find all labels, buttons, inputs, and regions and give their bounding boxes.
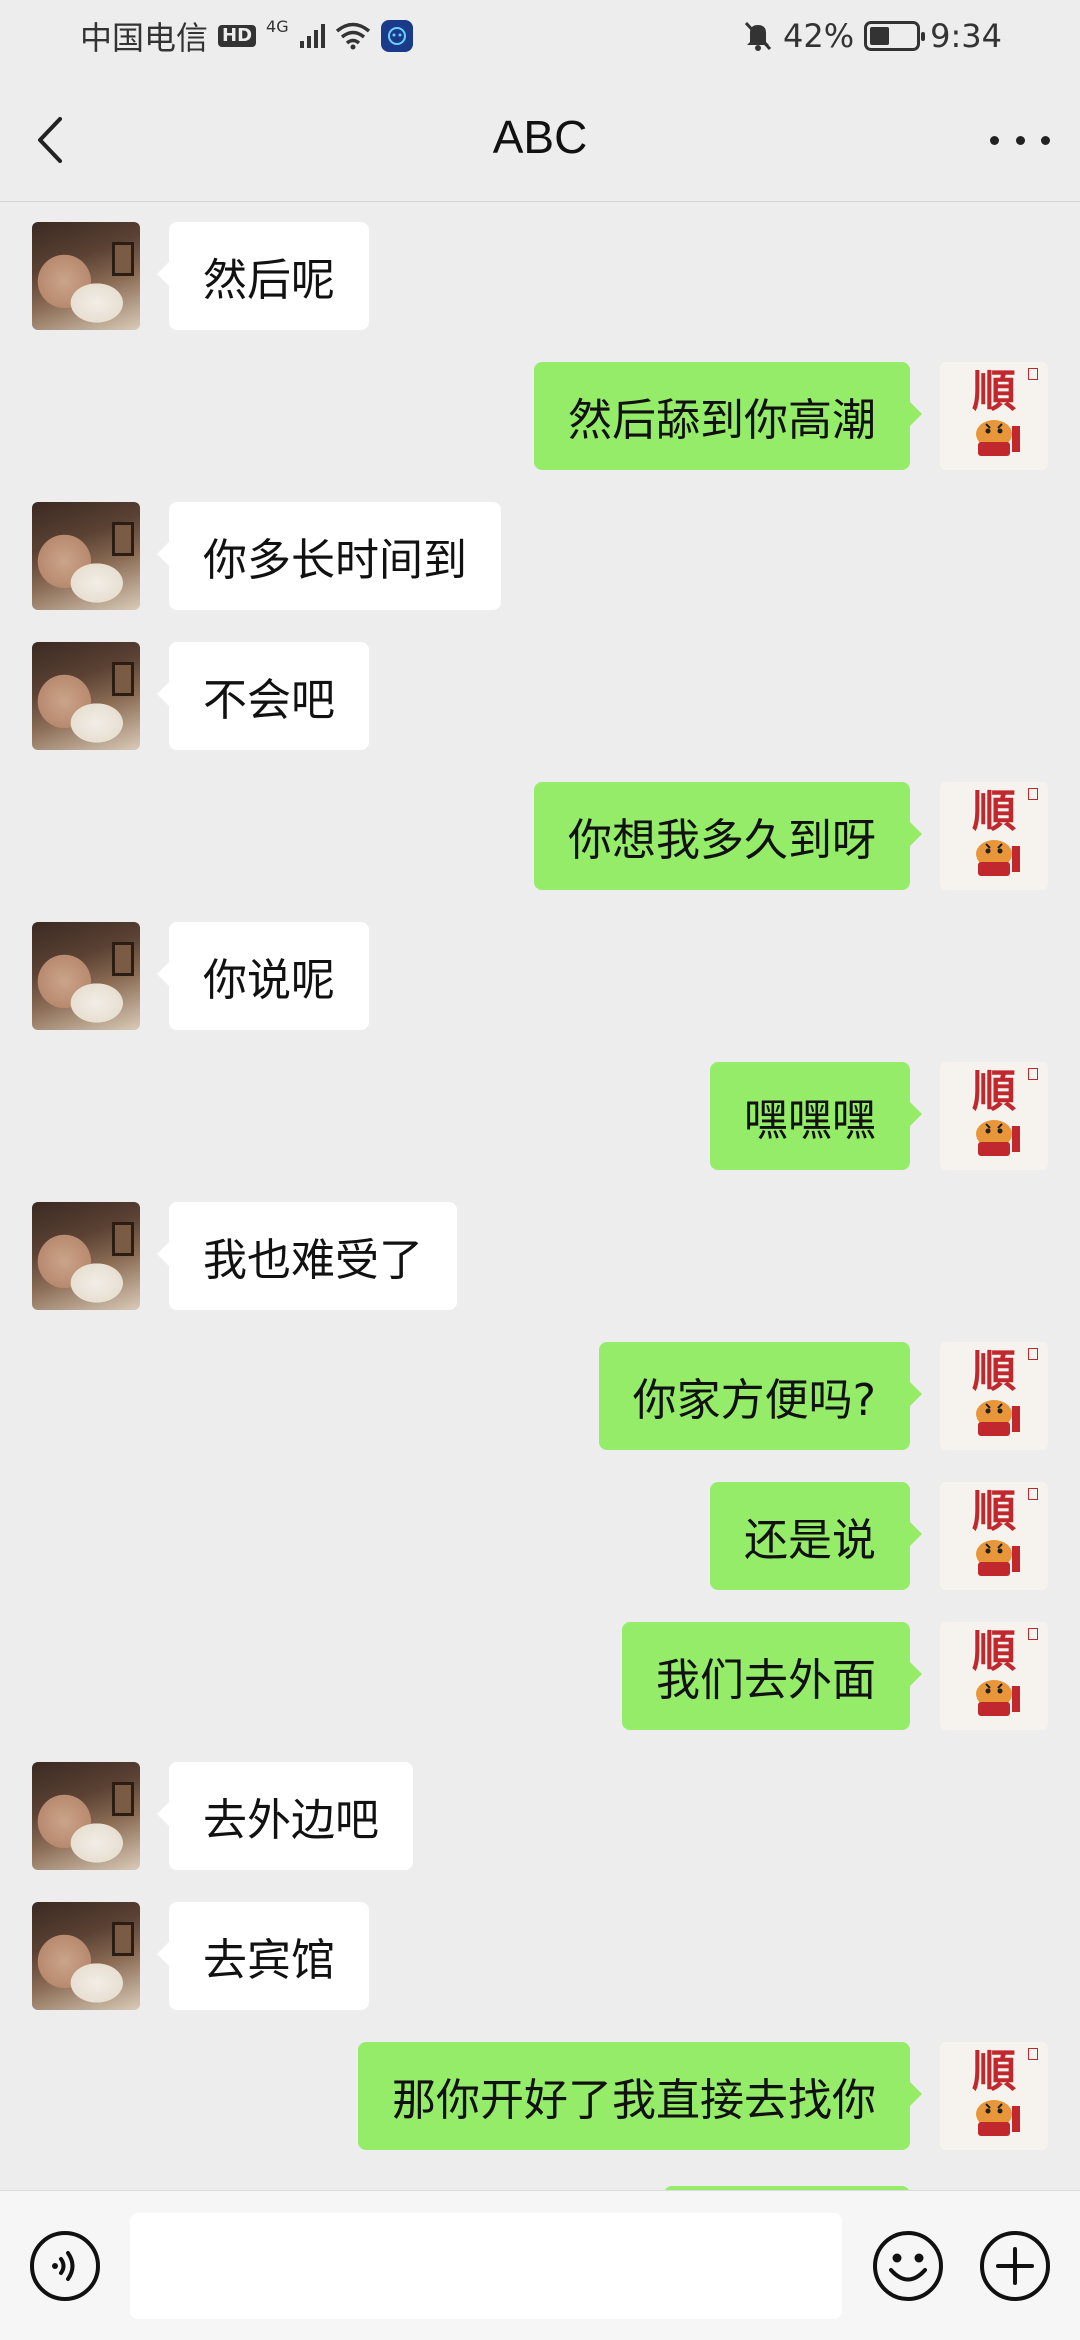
message-row: 順你家方便吗? <box>0 1342 1080 1450</box>
message-row: 順嘿嘿嘿 <box>0 1062 1080 1170</box>
carrier-name: 中国电信 <box>80 19 209 57</box>
chevron-left-icon <box>38 117 62 163</box>
contact-avatar[interactable] <box>32 1202 140 1310</box>
chat-title: ABC <box>492 110 588 163</box>
more-button[interactable] <box>990 122 1050 158</box>
contact-avatar[interactable] <box>32 222 140 330</box>
self-avatar[interactable]: 順 <box>940 2042 1048 2150</box>
message-bubble[interactable]: 去宾馆 <box>157 1902 369 2010</box>
message-bubble[interactable]: 不会吧 <box>157 642 369 750</box>
message-bubble[interactable]: 你说呢 <box>157 922 369 1030</box>
message-bubble[interactable]: 去外边吧 <box>157 1762 413 1870</box>
mute-bell-icon <box>744 21 772 51</box>
message-row: 然后呢 <box>0 222 1080 330</box>
message-row: 順我们去外面 <box>0 1622 1080 1730</box>
message-bubble[interactable]: 那你开好了我直接去找你 <box>358 2042 922 2150</box>
self-avatar[interactable]: 順 <box>940 1062 1048 1170</box>
voice-button[interactable] <box>28 2229 102 2303</box>
message-bubble[interactable]: 我也难受了 <box>157 1202 457 1310</box>
message-row: 順你想我多久到呀 <box>0 782 1080 890</box>
clock: 9:34 <box>930 17 1002 55</box>
message-row: 順然后舔到你高潮 <box>0 362 1080 470</box>
contact-avatar[interactable] <box>32 922 140 1030</box>
message-bubble[interactable]: 然后舔到你高潮 <box>534 362 922 470</box>
message-input[interactable] <box>130 2213 842 2319</box>
wifi-icon <box>335 22 370 50</box>
voice-icon <box>30 2231 100 2301</box>
input-bar <box>0 2190 1080 2340</box>
battery-fill <box>870 27 889 45</box>
signal-icon <box>299 24 325 48</box>
hd-badge: HD <box>218 25 257 47</box>
message-list[interactable]: 然后呢順然后舔到你高潮 你多长时间到 不会吧順你想我多久到呀 你说呢順嘿嘿嘿 我也难受了… <box>0 222 1080 2184</box>
emoji-button[interactable] <box>871 2229 945 2303</box>
message-row: 去宾馆 <box>0 1902 1080 2010</box>
contact-avatar[interactable] <box>32 502 140 610</box>
network-type: 4G <box>266 16 289 36</box>
app-notification-icon <box>380 20 413 52</box>
message-bubble[interactable]: 然后呢 <box>157 222 369 330</box>
chat-header: ABC <box>0 72 1080 202</box>
message-bubble[interactable]: 嘿嘿嘿 <box>710 1062 922 1170</box>
contact-avatar[interactable] <box>32 1902 140 2010</box>
self-avatar[interactable]: 順 <box>940 1622 1048 1730</box>
contact-avatar[interactable] <box>32 1762 140 1870</box>
message-bubble[interactable]: 你家方便吗? <box>598 1342 923 1450</box>
message-row: 順那你开好了我直接去找你 <box>0 2042 1080 2150</box>
message-bubble[interactable]: 还是说 <box>710 1482 922 1590</box>
message-bubble[interactable]: 你多长时间到 <box>157 502 501 610</box>
message-row: 去外边吧 <box>0 1762 1080 1870</box>
status-bar: 中国电信 HD 4G 42% 9:34 <box>0 0 1080 72</box>
message-bubble[interactable]: 我们去外面 <box>622 1622 922 1730</box>
emoji-icon <box>873 2231 943 2301</box>
back-button[interactable] <box>36 112 76 168</box>
plus-button[interactable] <box>978 2229 1052 2303</box>
battery-icon <box>864 21 926 51</box>
message-row: 我也难受了 <box>0 1202 1080 1310</box>
plus-icon <box>980 2231 1050 2301</box>
message-row: 不会吧 <box>0 642 1080 750</box>
self-avatar[interactable]: 順 <box>940 362 1048 470</box>
self-avatar[interactable]: 順 <box>940 1482 1048 1590</box>
message-row: 你说呢 <box>0 922 1080 1030</box>
battery-percent: 42% <box>783 17 855 55</box>
status-left: 中国电信 HD 4G <box>80 13 413 59</box>
self-avatar[interactable]: 順 <box>940 782 1048 890</box>
message-bubble[interactable]: 你想我多久到呀 <box>534 782 922 890</box>
message-row: 順还是说 <box>0 1482 1080 1590</box>
contact-avatar[interactable] <box>32 642 140 750</box>
message-row: 你多长时间到 <box>0 502 1080 610</box>
status-right: 42% 9:34 <box>743 17 1002 55</box>
self-avatar[interactable]: 順 <box>940 1342 1048 1450</box>
more-dots-icon <box>990 135 999 145</box>
